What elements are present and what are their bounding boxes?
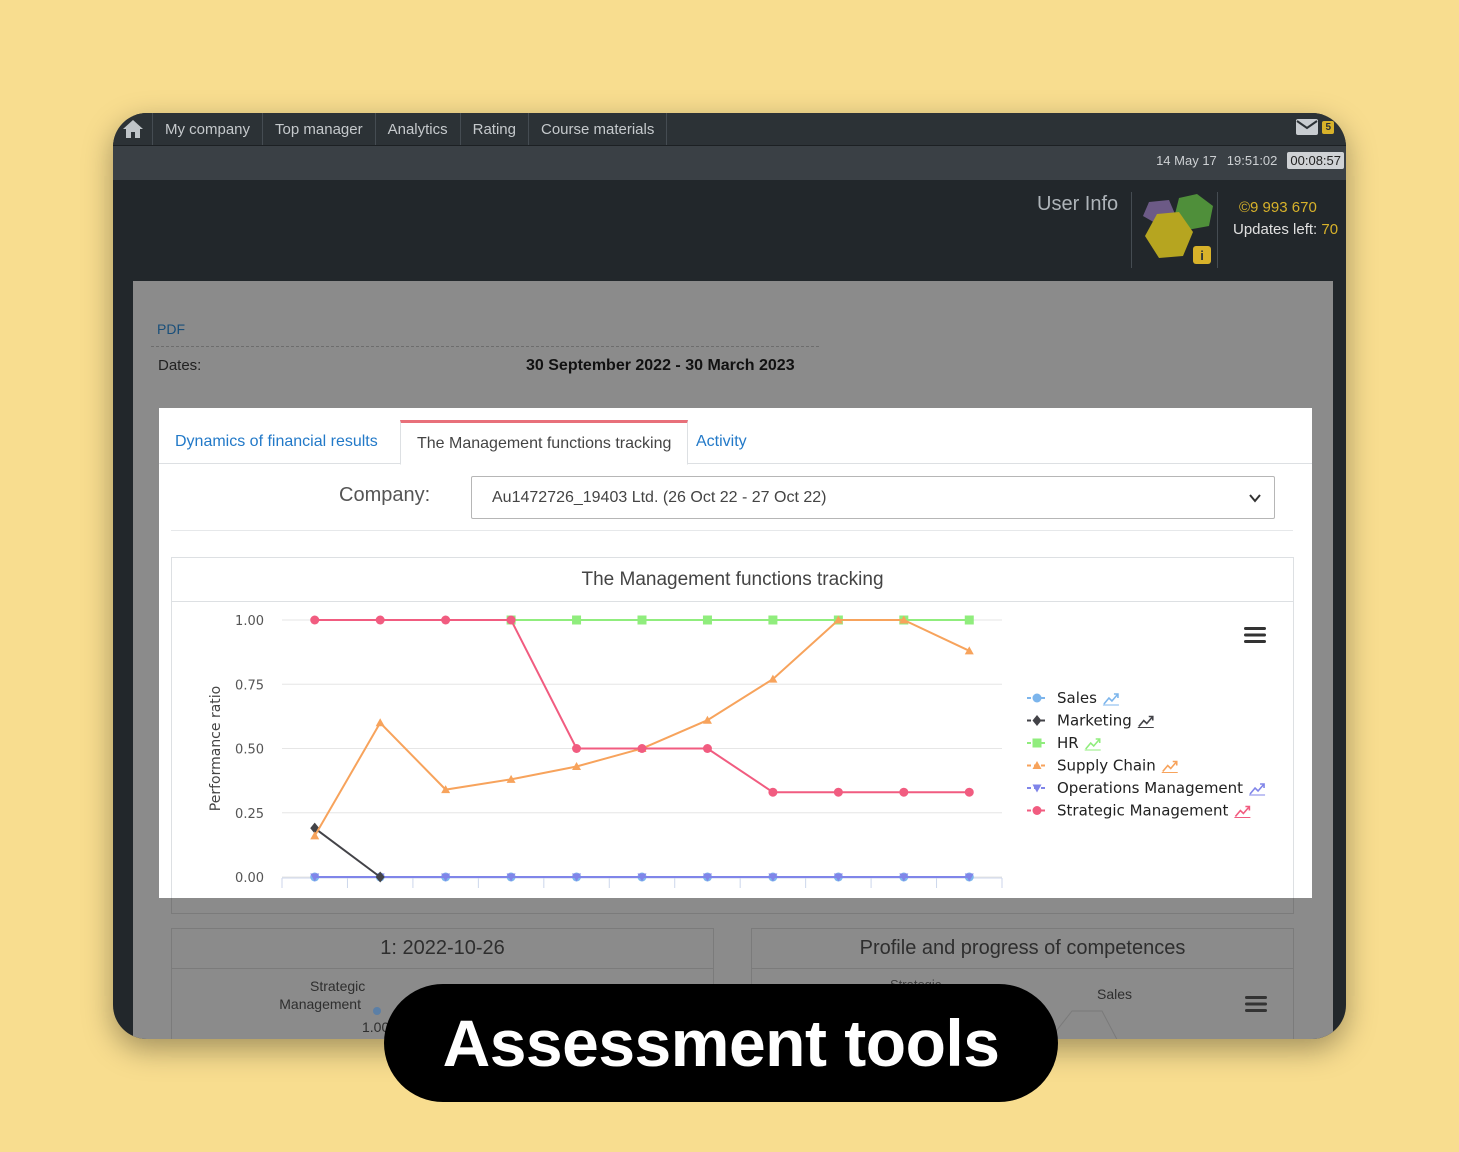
dates-label: Dates:: [158, 357, 202, 374]
data-point-strategic-management: [637, 744, 647, 753]
trend-icon[interactable]: [1084, 738, 1101, 751]
legend-marker-hr: [1032, 738, 1042, 748]
trend-icon[interactable]: [1102, 693, 1119, 706]
company-selected-value: Au1472726_19403 Ltd. (26 Oct 22 - 27 Oct…: [492, 488, 827, 506]
data-point-hr: [572, 615, 582, 625]
dates-row: Dates: 30 September 2022 - 30 March 2023: [151, 346, 819, 376]
nav-my-company[interactable]: My company: [153, 113, 264, 145]
legend-marker-operations-management: [1032, 784, 1042, 793]
dates-value: 30 September 2022 - 30 March 2023: [526, 357, 795, 374]
top-navigation: My company Top manager Analytics Rating …: [113, 113, 1346, 146]
home-button[interactable]: [113, 113, 153, 145]
mail-count-badge: 5: [1322, 120, 1334, 134]
session-timer: 00:08:57: [1287, 152, 1344, 169]
current-date: 14 May 17: [1156, 153, 1217, 168]
chart-container: The Management functions tracking 0.00 0.…: [171, 557, 1294, 898]
axis-label-line: Strategic: [310, 978, 366, 994]
caption-banner: Assessment tools: [384, 984, 1058, 1102]
chart-frame-bottom: [171, 898, 1294, 914]
data-point-strategic-management: [375, 615, 385, 625]
data-point-strategic-management: [833, 787, 843, 797]
pdf-link[interactable]: PDF: [157, 321, 185, 337]
company-row: Company: Au1472726_19403 Ltd. (26 Oct 22…: [171, 464, 1293, 531]
status-bar: 14 May 17 19:51:02 00:08:57: [113, 146, 1346, 180]
data-point-hr: [964, 615, 974, 625]
legend-label-operations-management: Operations Management: [1057, 779, 1243, 797]
data-point-strategic-management: [964, 787, 974, 797]
legend-label-hr: HR: [1057, 734, 1079, 752]
data-point-hr: [702, 615, 712, 625]
svg-text:i: i: [1200, 248, 1204, 263]
data-point-strategic-management: [441, 615, 451, 625]
data-point-supply-chain: [702, 715, 712, 724]
y-tick-label: 0.50: [235, 743, 264, 758]
data-point-strategic-management: [310, 615, 320, 625]
mail-icon: [1296, 119, 1319, 135]
divider: [1131, 192, 1132, 268]
legend-marker-strategic-management: [1032, 806, 1042, 815]
data-point-strategic-management: [572, 744, 582, 753]
tracking-panel: Dynamics of financial results The Manage…: [159, 408, 1312, 898]
y-tick-label: 0.75: [235, 678, 264, 693]
company-select[interactable]: Au1472726_19403 Ltd. (26 Oct 22 - 27 Oct…: [471, 476, 1275, 519]
company-label: Company:: [339, 484, 431, 506]
nav-top-manager[interactable]: Top manager: [263, 113, 376, 145]
current-time: 19:51:02: [1226, 153, 1278, 168]
radar-axis-label: Sales: [1097, 986, 1133, 1002]
data-point-strategic-management: [899, 787, 909, 797]
series-line-strategic-management: [314, 619, 970, 794]
y-tick-label: 1.00: [235, 614, 264, 629]
mail-button[interactable]: 5: [1296, 119, 1334, 135]
tab-financial-results[interactable]: Dynamics of financial results: [159, 420, 394, 464]
axis-label: Strategic Management: [279, 977, 366, 1013]
competences-card-title: Profile and progress of competences: [752, 929, 1293, 969]
chart-menu-icon[interactable]: [1245, 995, 1267, 1013]
data-point-strategic-management: [768, 787, 778, 797]
divider: [1217, 192, 1218, 268]
chart-title: The Management functions tracking: [172, 558, 1293, 602]
home-icon: [122, 120, 143, 138]
period-card-title: 1: 2022-10-26: [172, 929, 713, 969]
trend-icon[interactable]: [1249, 783, 1266, 796]
legend-label-strategic-management: Strategic Management: [1057, 802, 1229, 820]
legend-label-sales: Sales: [1057, 689, 1097, 707]
legend-label-marketing: Marketing: [1057, 712, 1132, 730]
trend-icon[interactable]: [1137, 715, 1154, 728]
updates-left-value: 70: [1321, 221, 1339, 238]
legend-label-supply-chain: Supply Chain: [1057, 757, 1156, 775]
nav-rating[interactable]: Rating: [461, 113, 529, 145]
data-point-hr: [637, 615, 647, 625]
line-chart: 0.00 0.25 0.50 0.75 1.00 Performance ratio Sal…: [208, 614, 1266, 888]
trend-icon[interactable]: [1234, 805, 1251, 818]
money-balance: ©9 993 670: [1239, 199, 1317, 216]
y-tick-label: 0.25: [235, 807, 264, 822]
trend-icon[interactable]: [1161, 760, 1178, 773]
tab-bar: Dynamics of financial results The Manage…: [159, 408, 1312, 465]
data-point-strategic-management: [506, 615, 516, 625]
data-point-strategic-management: [702, 744, 712, 753]
tab-activity[interactable]: Activity: [680, 420, 763, 464]
avatar[interactable]: i: [1135, 192, 1215, 268]
y-tick-label: 0.00: [235, 871, 264, 886]
legend-marker-marketing: [1032, 715, 1042, 726]
nav-course-materials[interactable]: Course materials: [529, 113, 668, 145]
updates-left-label: Updates left:: [1233, 221, 1318, 238]
tab-management-functions[interactable]: The Management functions tracking: [400, 420, 689, 465]
data-point-supply-chain: [375, 718, 385, 727]
updates-left: Updates left: 70: [1233, 221, 1338, 238]
data-point-marketing: [375, 871, 385, 883]
series-line-marketing: [314, 827, 381, 878]
y-axis-title: Performance ratio: [208, 686, 224, 811]
user-header: User Info i ©9 993 670 Updates left: 70: [113, 180, 1346, 281]
series-line-supply-chain: [313, 619, 970, 837]
user-info-label[interactable]: User Info: [1037, 193, 1118, 216]
axis-label-line: Management: [279, 996, 361, 1012]
legend-marker-supply-chain: [1032, 761, 1042, 769]
radar-point: [373, 1007, 381, 1015]
legend-marker-sales: [1032, 693, 1042, 703]
data-point-supply-chain: [310, 831, 320, 840]
chevron-down-icon: [1249, 494, 1261, 503]
nav-analytics[interactable]: Analytics: [376, 113, 461, 145]
data-point-hr: [768, 615, 778, 625]
